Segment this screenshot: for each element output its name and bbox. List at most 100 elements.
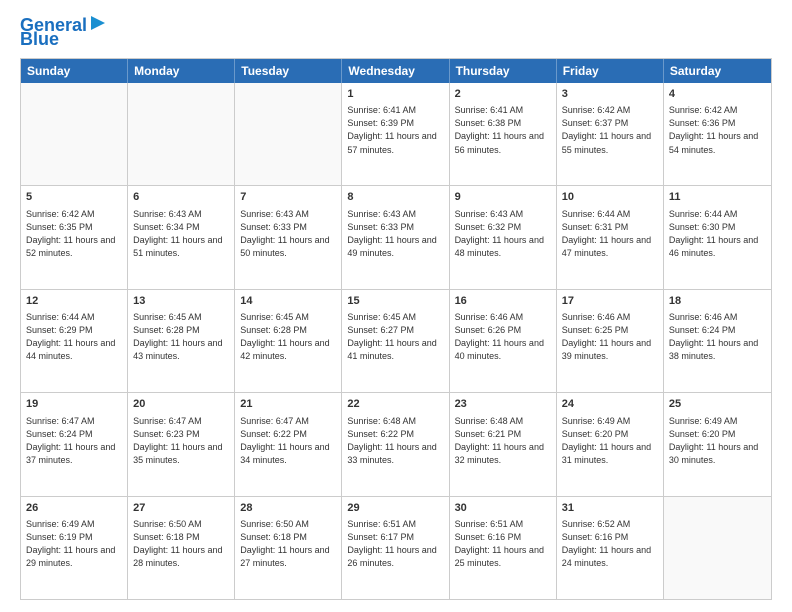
- day-cell-18: 18 Sunrise: 6:46 AM Sunset: 6:24 PM Dayli…: [664, 290, 771, 392]
- day-cell-17: 17Sunrise: 6:46 AM Sunset: 6:25 PM Dayli…: [557, 290, 664, 392]
- day-cell-29: 29 Sunrise: 6:51 AM Sunset: 6:17 PM Dayli…: [342, 497, 449, 599]
- day-number: 30: [455, 501, 551, 516]
- day-info: Sunrise: 6:47 AM Sunset: 6:24 PM Dayligh…: [26, 415, 122, 467]
- day-cell-19: 19 Sunrise: 6:47 AM Sunset: 6:24 PM Dayli…: [21, 393, 128, 495]
- day-number: 28: [240, 501, 336, 516]
- day-number: 20: [133, 397, 229, 412]
- logo: General Blue: [20, 16, 107, 48]
- day-number: 13: [133, 294, 229, 309]
- day-number: 21: [240, 397, 336, 412]
- day-info: Sunrise: 6:46 AM Sunset: 6:26 PM Dayligh…: [455, 311, 551, 363]
- empty-cell: [235, 83, 342, 185]
- day-number: 18: [669, 294, 766, 309]
- empty-cell: [128, 83, 235, 185]
- day-number: 3: [562, 87, 658, 102]
- day-number: 23: [455, 397, 551, 412]
- day-info: Sunrise: 6:49 AM Sunset: 6:19 PM Dayligh…: [26, 518, 122, 570]
- day-cell-7: 7 Sunrise: 6:43 AM Sunset: 6:33 PM Daylig…: [235, 186, 342, 288]
- day-cell-20: 20 Sunrise: 6:47 AM Sunset: 6:23 PM Dayli…: [128, 393, 235, 495]
- day-info: Sunrise: 6:49 AM Sunset: 6:20 PM Dayligh…: [669, 415, 766, 467]
- day-cell-1: 1Sunrise: 6:41 AM Sunset: 6:39 PM Daylig…: [342, 83, 449, 185]
- day-info: Sunrise: 6:52 AM Sunset: 6:16 PM Dayligh…: [562, 518, 658, 570]
- calendar-row-4: 19 Sunrise: 6:47 AM Sunset: 6:24 PM Dayli…: [21, 393, 771, 496]
- day-cell-22: 22 Sunrise: 6:48 AM Sunset: 6:22 PM Dayli…: [342, 393, 449, 495]
- day-number: 4: [669, 87, 766, 102]
- calendar-row-2: 5 Sunrise: 6:42 AM Sunset: 6:35 PM Daylig…: [21, 186, 771, 289]
- day-cell-15: 15Sunrise: 6:45 AM Sunset: 6:27 PM Dayli…: [342, 290, 449, 392]
- calendar-row-5: 26 Sunrise: 6:49 AM Sunset: 6:19 PM Dayli…: [21, 497, 771, 599]
- day-number: 25: [669, 397, 766, 412]
- day-cell-14: 14 Sunrise: 6:45 AM Sunset: 6:28 PM Dayli…: [235, 290, 342, 392]
- day-cell-10: 10Sunrise: 6:44 AM Sunset: 6:31 PM Dayli…: [557, 186, 664, 288]
- calendar-header: SundayMondayTuesdayWednesdayThursdayFrid…: [21, 59, 771, 83]
- day-info: Sunrise: 6:48 AM Sunset: 6:22 PM Dayligh…: [347, 415, 443, 467]
- empty-cell: [664, 497, 771, 599]
- day-number: 24: [562, 397, 658, 412]
- day-cell-5: 5 Sunrise: 6:42 AM Sunset: 6:35 PM Daylig…: [21, 186, 128, 288]
- header-day-wednesday: Wednesday: [342, 59, 449, 83]
- day-info: Sunrise: 6:44 AM Sunset: 6:30 PM Dayligh…: [669, 208, 766, 260]
- day-info: Sunrise: 6:51 AM Sunset: 6:16 PM Dayligh…: [455, 518, 551, 570]
- day-cell-2: 2Sunrise: 6:41 AM Sunset: 6:38 PM Daylig…: [450, 83, 557, 185]
- day-number: 5: [26, 190, 122, 205]
- day-cell-23: 23Sunrise: 6:48 AM Sunset: 6:21 PM Dayli…: [450, 393, 557, 495]
- header-day-friday: Friday: [557, 59, 664, 83]
- day-info: Sunrise: 6:41 AM Sunset: 6:38 PM Dayligh…: [455, 104, 551, 156]
- header-day-thursday: Thursday: [450, 59, 557, 83]
- header-day-monday: Monday: [128, 59, 235, 83]
- day-number: 31: [562, 501, 658, 516]
- day-cell-9: 9 Sunrise: 6:43 AM Sunset: 6:32 PM Daylig…: [450, 186, 557, 288]
- day-number: 19: [26, 397, 122, 412]
- day-info: Sunrise: 6:47 AM Sunset: 6:23 PM Dayligh…: [133, 415, 229, 467]
- day-number: 26: [26, 501, 122, 516]
- empty-cell: [21, 83, 128, 185]
- header-day-sunday: Sunday: [21, 59, 128, 83]
- day-info: Sunrise: 6:42 AM Sunset: 6:35 PM Dayligh…: [26, 208, 122, 260]
- day-number: 12: [26, 294, 122, 309]
- day-cell-24: 24 Sunrise: 6:49 AM Sunset: 6:20 PM Dayli…: [557, 393, 664, 495]
- day-cell-6: 6 Sunrise: 6:43 AM Sunset: 6:34 PM Daylig…: [128, 186, 235, 288]
- day-cell-12: 12 Sunrise: 6:44 AM Sunset: 6:29 PM Dayli…: [21, 290, 128, 392]
- day-cell-13: 13 Sunrise: 6:45 AM Sunset: 6:28 PM Dayli…: [128, 290, 235, 392]
- day-number: 16: [455, 294, 551, 309]
- day-info: Sunrise: 6:43 AM Sunset: 6:34 PM Dayligh…: [133, 208, 229, 260]
- day-number: 7: [240, 190, 336, 205]
- day-info: Sunrise: 6:49 AM Sunset: 6:20 PM Dayligh…: [562, 415, 658, 467]
- day-cell-16: 16 Sunrise: 6:46 AM Sunset: 6:26 PM Dayli…: [450, 290, 557, 392]
- day-cell-4: 4 Sunrise: 6:42 AM Sunset: 6:36 PM Daylig…: [664, 83, 771, 185]
- day-info: Sunrise: 6:45 AM Sunset: 6:28 PM Dayligh…: [240, 311, 336, 363]
- day-info: Sunrise: 6:50 AM Sunset: 6:18 PM Dayligh…: [240, 518, 336, 570]
- header: General Blue: [20, 16, 772, 48]
- day-info: Sunrise: 6:44 AM Sunset: 6:29 PM Dayligh…: [26, 311, 122, 363]
- day-info: Sunrise: 6:51 AM Sunset: 6:17 PM Dayligh…: [347, 518, 443, 570]
- day-info: Sunrise: 6:42 AM Sunset: 6:36 PM Dayligh…: [669, 104, 766, 156]
- day-number: 29: [347, 501, 443, 516]
- calendar: SundayMondayTuesdayWednesdayThursdayFrid…: [20, 58, 772, 600]
- header-day-tuesday: Tuesday: [235, 59, 342, 83]
- day-cell-8: 8Sunrise: 6:43 AM Sunset: 6:33 PM Daylig…: [342, 186, 449, 288]
- day-number: 8: [347, 190, 443, 205]
- day-info: Sunrise: 6:45 AM Sunset: 6:28 PM Dayligh…: [133, 311, 229, 363]
- page: General Blue SundayMondayTuesdayWednesda…: [0, 0, 792, 612]
- day-cell-26: 26 Sunrise: 6:49 AM Sunset: 6:19 PM Dayli…: [21, 497, 128, 599]
- calendar-row-3: 12 Sunrise: 6:44 AM Sunset: 6:29 PM Dayli…: [21, 290, 771, 393]
- day-cell-27: 27Sunrise: 6:50 AM Sunset: 6:18 PM Dayli…: [128, 497, 235, 599]
- header-day-saturday: Saturday: [664, 59, 771, 83]
- day-cell-28: 28 Sunrise: 6:50 AM Sunset: 6:18 PM Dayli…: [235, 497, 342, 599]
- day-info: Sunrise: 6:43 AM Sunset: 6:33 PM Dayligh…: [240, 208, 336, 260]
- day-info: Sunrise: 6:45 AM Sunset: 6:27 PM Dayligh…: [347, 311, 443, 363]
- logo-arrow-icon: [89, 14, 107, 32]
- day-number: 10: [562, 190, 658, 205]
- day-cell-11: 11 Sunrise: 6:44 AM Sunset: 6:30 PM Dayli…: [664, 186, 771, 288]
- day-number: 27: [133, 501, 229, 516]
- day-number: 6: [133, 190, 229, 205]
- day-number: 11: [669, 190, 766, 205]
- day-number: 14: [240, 294, 336, 309]
- calendar-row-1: 1Sunrise: 6:41 AM Sunset: 6:39 PM Daylig…: [21, 83, 771, 186]
- day-info: Sunrise: 6:43 AM Sunset: 6:32 PM Dayligh…: [455, 208, 551, 260]
- day-number: 9: [455, 190, 551, 205]
- day-number: 22: [347, 397, 443, 412]
- day-cell-30: 30 Sunrise: 6:51 AM Sunset: 6:16 PM Dayli…: [450, 497, 557, 599]
- day-cell-3: 3Sunrise: 6:42 AM Sunset: 6:37 PM Daylig…: [557, 83, 664, 185]
- day-info: Sunrise: 6:46 AM Sunset: 6:24 PM Dayligh…: [669, 311, 766, 363]
